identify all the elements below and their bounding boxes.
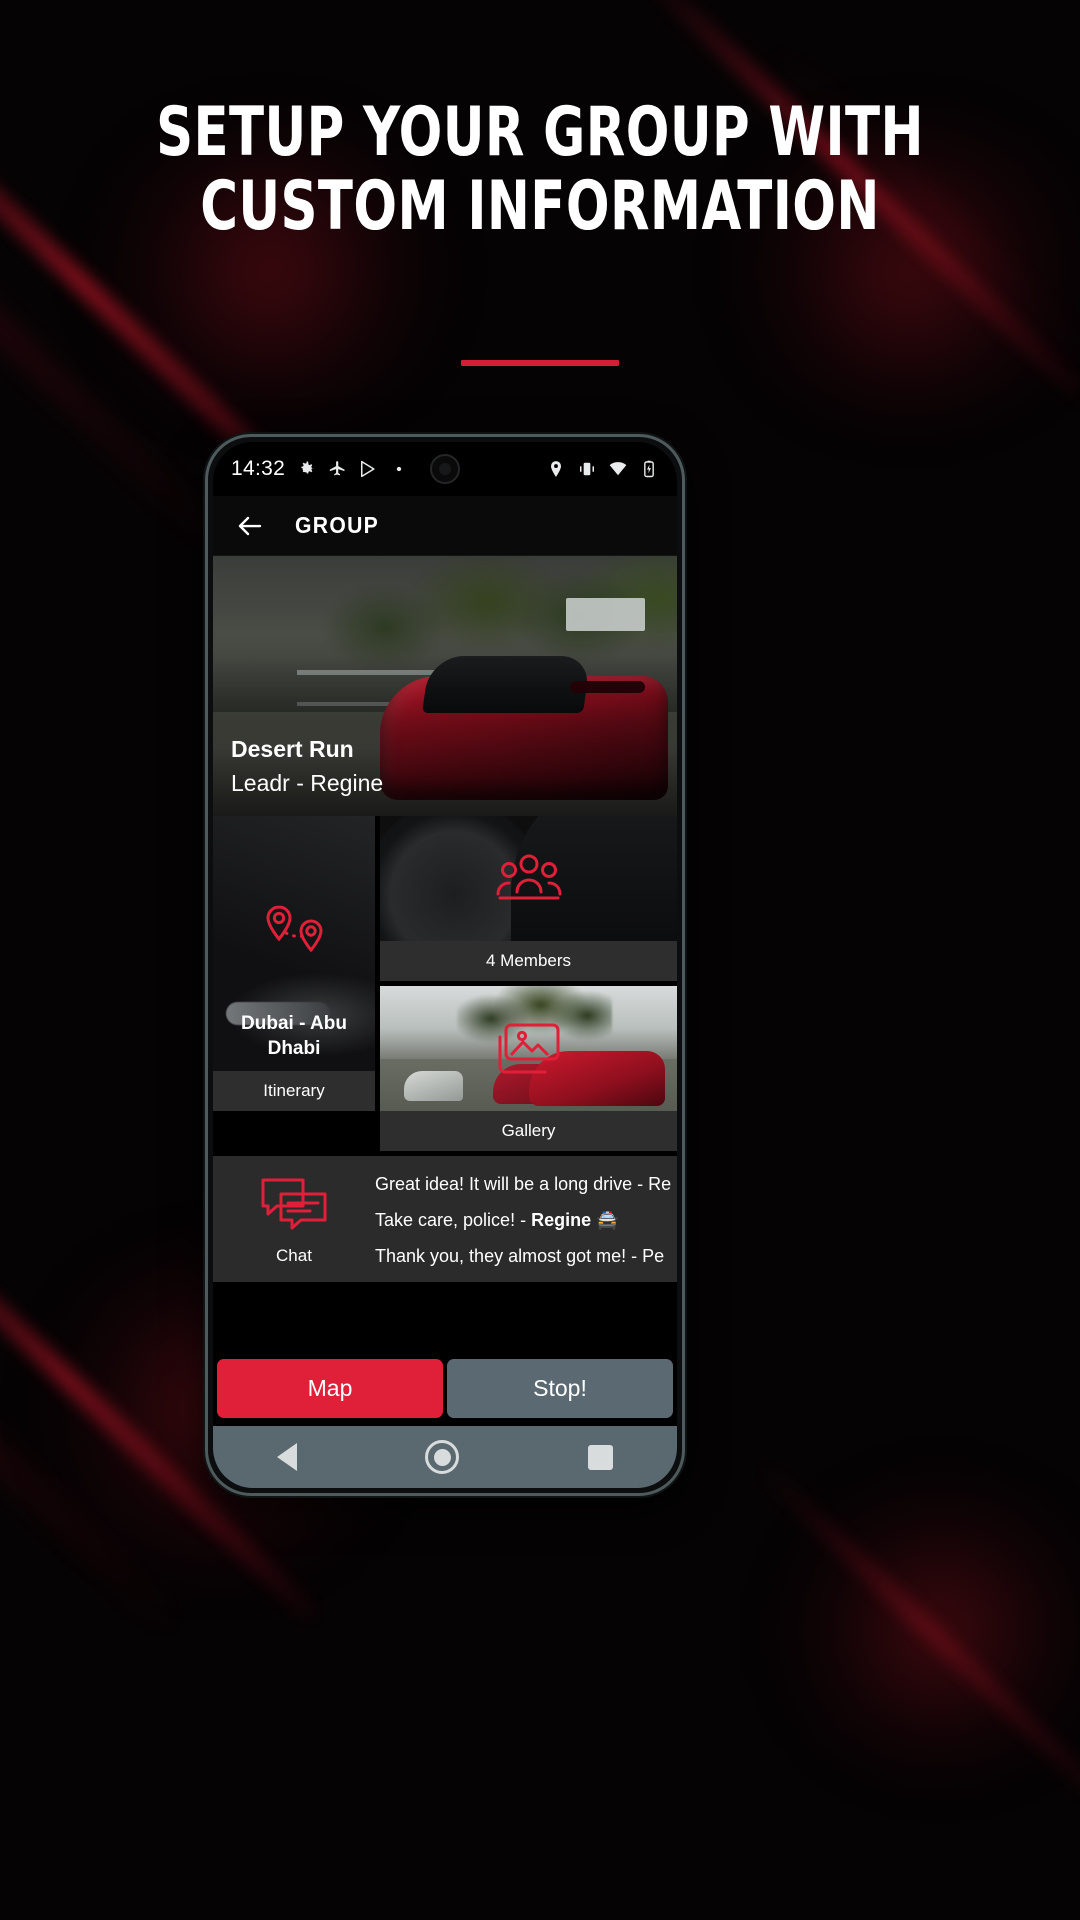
phone-screen: 14:32 GROUP Desert Run Leadr - Regine Du… [213, 442, 677, 1488]
airplane-icon [329, 461, 345, 476]
content-spacer [213, 1282, 677, 1355]
battery-icon [644, 460, 654, 478]
chat-left: Chat [213, 1172, 375, 1268]
marketing-headline: SETUP YOUR GROUP WITH CUSTOM INFORMATION [0, 96, 1080, 244]
tile-itinerary[interactable]: Dubai - Abu Dhabi Itinerary [213, 816, 375, 1111]
gear-icon [301, 461, 314, 474]
map-button[interactable]: Map [217, 1359, 443, 1418]
location-icon [551, 461, 561, 477]
map-pins-icon [266, 905, 323, 952]
vibrate-icon [580, 462, 594, 476]
android-nav-bar [213, 1426, 677, 1488]
members-caption: 4 Members [380, 941, 677, 981]
phone-mockup: 14:32 GROUP Desert Run Leadr - Regine Du… [205, 434, 685, 1496]
itinerary-caption: Itinerary [213, 1071, 375, 1111]
gallery-art [380, 986, 677, 1111]
group-leader: Leadr - Regine [231, 770, 384, 796]
status-bar-right [546, 459, 659, 479]
wifi-icon [609, 462, 627, 476]
play-store-icon [361, 460, 375, 478]
app-bar: GROUP [213, 496, 677, 556]
chat-message: Thank you, they almost got me! - Pe [375, 1246, 665, 1266]
photo-gallery-icon [498, 1023, 559, 1073]
accent-bar [461, 360, 619, 366]
feature-tile-grid: Dubai - Abu Dhabi Itinerary 4 Members Ga… [213, 816, 677, 1151]
nav-recents-icon[interactable] [587, 1444, 613, 1470]
members-art [380, 816, 677, 941]
status-time: 14:32 [231, 457, 286, 480]
group-hero-card[interactable]: Desert Run Leadr - Regine [213, 556, 677, 816]
camera-punch-hole [430, 454, 460, 484]
chat-label: Chat [276, 1246, 312, 1265]
tile-members[interactable]: 4 Members [380, 816, 677, 981]
nav-back-icon[interactable] [277, 1443, 298, 1471]
headline-line-2: CUSTOM INFORMATION [200, 167, 880, 246]
itinerary-art: Dubai - Abu Dhabi [213, 816, 375, 1071]
hero-text-block: Desert Run Leadr - Regine [231, 732, 383, 800]
headline-line-1: SETUP YOUR GROUP WITH [156, 93, 924, 172]
gallery-caption: Gallery [380, 1111, 677, 1151]
chat-message-emoji: 🚔 [591, 1210, 619, 1230]
status-bar-left: 14:32 [231, 457, 409, 481]
itinerary-route-label: Dubai - Abu Dhabi [241, 1013, 347, 1059]
action-button-bar: Map Stop! [213, 1355, 677, 1426]
grid-right-column: 4 Members Gallery [380, 816, 677, 1151]
chat-message: Great idea! It will be a long drive - Re [375, 1174, 672, 1194]
members-group-icon [496, 854, 561, 899]
gallery-white-car [403, 1071, 464, 1101]
dot-icon [396, 466, 402, 472]
chat-message-author: Regine [531, 1210, 592, 1230]
chat-message: Take care, police! - Regine 🚔 [375, 1208, 667, 1232]
tile-gallery[interactable]: Gallery [380, 986, 677, 1151]
app-content: Desert Run Leadr - Regine Dubai - Abu Dh… [213, 556, 677, 1426]
stop-button[interactable]: Stop! [447, 1359, 673, 1418]
chat-messages: Great idea! It will be a long drive - Re… [375, 1172, 677, 1268]
back-arrow-icon[interactable] [235, 511, 265, 541]
nav-home-icon[interactable] [425, 1440, 460, 1474]
chat-section[interactable]: Chat Great idea! It will be a long drive… [213, 1156, 677, 1282]
chat-message-text: Take care, police! - [375, 1210, 532, 1230]
grid-left-column: Dubai - Abu Dhabi Itinerary [213, 816, 375, 1151]
chat-bubbles-icon [261, 1178, 327, 1230]
status-bar: 14:32 [213, 442, 677, 496]
group-name: Desert Run [231, 736, 354, 762]
page-title: GROUP [295, 512, 380, 538]
